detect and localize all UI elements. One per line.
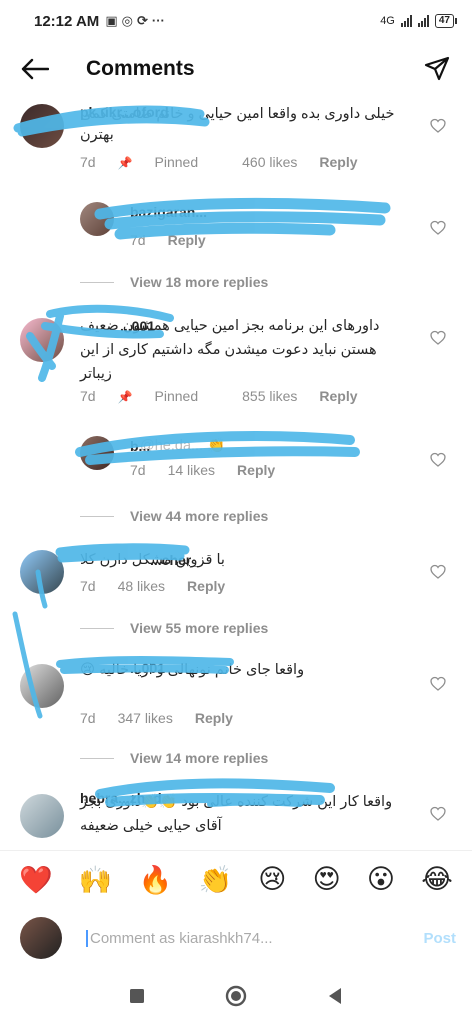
- likes-count[interactable]: 460 likes: [242, 154, 297, 170]
- comment-text: با قزوین مشکل دارن کلا: [80, 552, 225, 568]
- comment-meta: 7d Reply: [130, 232, 228, 248]
- likes-count[interactable]: 855 likes: [242, 388, 297, 404]
- comment-meta: 7d 14 likes Reply: [130, 462, 297, 478]
- system-navigation-bar: [0, 968, 472, 1024]
- comment-meta: 7d 347 likes Reply: [80, 710, 255, 726]
- comment-list[interactable]: pk.ukr...oford خیلی داوری بده واقعا امین…: [0, 96, 472, 848]
- comment-age: 7d: [80, 388, 96, 404]
- like-heart-icon[interactable]: [430, 806, 446, 822]
- comment-age: 7d: [80, 578, 96, 594]
- crying-emoji-button[interactable]: 😢: [258, 864, 286, 895]
- more-notifications-icon: ···: [151, 13, 165, 28]
- like-heart-icon[interactable]: [430, 564, 446, 580]
- avatar[interactable]: [20, 318, 64, 362]
- comment-text: داورهای این برنامه بجز امین حیایی همشون …: [80, 318, 380, 382]
- comment-age: 7d: [80, 710, 96, 726]
- comment-meta: 7d 📌 Pinned 855 likes Reply: [80, 388, 380, 404]
- my-avatar: [20, 917, 62, 959]
- avatar[interactable]: [20, 550, 64, 594]
- signal-strength-2-icon: [417, 15, 429, 27]
- reply-button[interactable]: Reply: [319, 154, 357, 170]
- likes-count[interactable]: 48 likes: [118, 578, 165, 594]
- avatar[interactable]: [20, 664, 64, 708]
- home-circle-icon[interactable]: [225, 985, 247, 1007]
- heart-eyes-emoji-button[interactable]: 😍: [313, 864, 341, 895]
- view-more-replies[interactable]: View 18 more replies: [80, 274, 268, 290]
- divider-line: [80, 281, 114, 283]
- like-heart-icon[interactable]: [430, 676, 446, 692]
- status-bar: 12:12 AM ▣ ◎ ⟳ ··· 4G 47: [0, 0, 472, 42]
- reply-button[interactable]: Reply: [195, 710, 233, 726]
- like-heart-icon[interactable]: [430, 118, 446, 134]
- divider-line: [80, 757, 114, 759]
- comment-username[interactable]: bazigaran...: [130, 204, 207, 220]
- likes-count[interactable]: 14 likes: [168, 462, 215, 478]
- like-heart-icon[interactable]: [430, 330, 446, 346]
- signal-strength-icon: [400, 15, 412, 27]
- raising-hands-emoji-button[interactable]: 🙌: [79, 864, 113, 896]
- avatar[interactable]: [20, 794, 64, 838]
- comment-age: 7d: [130, 462, 146, 478]
- comment-age: 7d: [130, 232, 146, 248]
- sync-notification-icon: ⟳: [136, 13, 148, 28]
- comment-text: واقعا جای خانم نونهالی و اریا خالیه 😢: [80, 662, 305, 678]
- avatar[interactable]: [80, 436, 114, 470]
- pin-icon: 📌: [117, 390, 133, 404]
- status-time: 12:12 AM: [34, 12, 100, 30]
- pinned-label: Pinned: [154, 154, 199, 170]
- whatsapp-notification-icon: ◎: [121, 13, 133, 28]
- comment-text: خیلی داوری بده واقعا امین حیایی و خانم ص…: [80, 106, 395, 143]
- battery-icon: 47: [434, 14, 458, 28]
- comment-meta: 7d 48 likes Reply: [80, 578, 247, 594]
- avatar[interactable]: [20, 104, 64, 148]
- comment-input[interactable]: [86, 929, 386, 947]
- comment-age: 7d: [80, 154, 96, 170]
- clapping-emoji-button[interactable]: 👏: [198, 864, 232, 896]
- post-button[interactable]: Post: [423, 930, 456, 947]
- share-button[interactable]: [422, 54, 452, 84]
- comment-text: واقعا کار این شرکت کننده عالی بود 👏👏داور…: [80, 794, 393, 834]
- pin-icon: 📌: [117, 156, 133, 170]
- comment-composer: Post: [0, 908, 472, 968]
- like-heart-icon[interactable]: [430, 220, 446, 236]
- laughing-emoji-button[interactable]: 😂: [421, 864, 453, 895]
- reply-button[interactable]: Reply: [237, 462, 275, 478]
- back-button[interactable]: [20, 54, 50, 84]
- network-type-label: 4G: [380, 15, 395, 27]
- page-title: Comments: [86, 57, 195, 80]
- comment-text: @he.da... 👏: [140, 438, 226, 454]
- back-triangle-icon[interactable]: [327, 987, 343, 1005]
- pinned-label: Pinned: [154, 388, 199, 404]
- comment-meta: 7d 📌 Pinned 460 likes Reply: [80, 154, 380, 170]
- gallery-notification-icon: ▣: [105, 13, 118, 28]
- direct-send-icon: [424, 56, 450, 81]
- view-more-replies[interactable]: View 55 more replies: [80, 620, 268, 636]
- view-more-replies[interactable]: View 14 more replies: [80, 750, 268, 766]
- quick-reaction-bar: ❤️ 🙌 🔥 👏 😢 😍 😮 😂: [0, 850, 472, 908]
- likes-count[interactable]: 347 likes: [118, 710, 173, 726]
- recents-square-icon[interactable]: [129, 988, 145, 1004]
- reply-button[interactable]: Reply: [187, 578, 225, 594]
- reply-button[interactable]: Reply: [319, 388, 357, 404]
- like-heart-icon[interactable]: [430, 452, 446, 468]
- divider-line: [80, 627, 114, 629]
- divider-line: [80, 515, 114, 517]
- reply-button[interactable]: Reply: [168, 232, 206, 248]
- surprised-emoji-button[interactable]: 😮: [367, 864, 395, 895]
- view-more-replies[interactable]: View 44 more replies: [80, 508, 268, 524]
- avatar[interactable]: [80, 202, 114, 236]
- heart-emoji-button[interactable]: ❤️: [19, 864, 53, 896]
- back-arrow-icon: [21, 58, 49, 80]
- comments-header: Comments: [0, 42, 472, 96]
- fire-emoji-button[interactable]: 🔥: [139, 864, 173, 896]
